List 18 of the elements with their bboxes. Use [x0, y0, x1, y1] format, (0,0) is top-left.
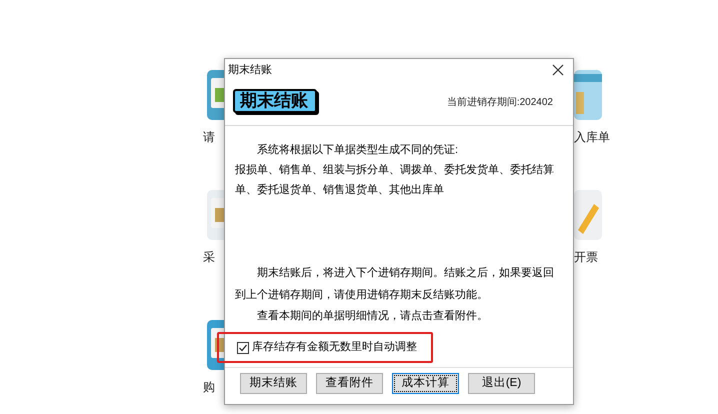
app-label: 购	[203, 379, 215, 396]
body-paragraph: 查看本期间的单据明细情况，请点击查看附件。	[256, 308, 489, 324]
dialog-button[interactable]: 期末结账	[240, 373, 307, 394]
close-icon[interactable]	[552, 64, 564, 76]
period-text: 当前进销存期间:202402	[446, 96, 553, 110]
app-label: 入库单	[574, 129, 610, 146]
app-label: 开票	[574, 249, 598, 266]
dialog-button[interactable]: 查看附件	[316, 373, 383, 394]
dialog-button[interactable]: 成本计算	[392, 373, 459, 394]
auto-adjust-checkbox[interactable]: 库存结存有金额无数里时自动调整	[237, 339, 417, 356]
app-label: 请	[203, 129, 215, 146]
body-paragraph: 系统将根据以下单据类型生成不同的凭证:	[256, 142, 460, 158]
heading-label: 期末结账	[233, 89, 317, 113]
app-label: 采	[203, 249, 215, 266]
body-paragraph: 期末结账后，将进入下个进销存期间。结账之后，如果要返回到上个进销存期间，请使用进销存期末反结账功能。	[235, 266, 555, 303]
body-paragraph: 报损单、销售单、组装与拆分单、调拨单、委托发货单、委托结算单、委托退货单、销售退货单、其他出库单	[235, 162, 555, 198]
window-title: 期末结账	[228, 62, 272, 78]
dialog-button[interactable]: 退出(E)	[468, 373, 535, 394]
